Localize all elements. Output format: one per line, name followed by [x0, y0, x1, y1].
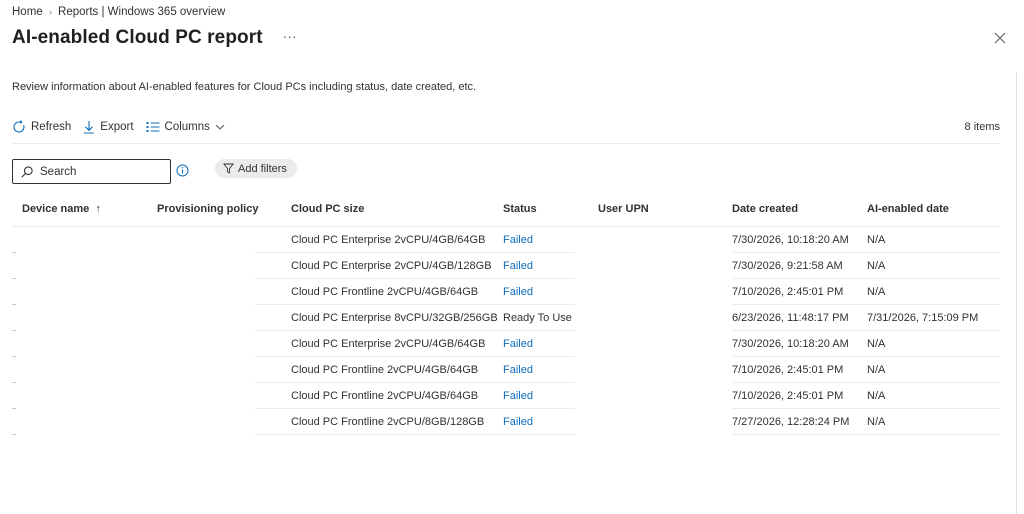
search-input[interactable] — [40, 165, 160, 178]
vertical-scrollbar[interactable] — [1016, 72, 1024, 514]
column-header-label: Device name — [22, 203, 90, 215]
refresh-button[interactable]: Refresh — [12, 120, 71, 134]
refresh-label: Refresh — [31, 121, 72, 133]
breadcrumb: Home › Reports | Windows 365 overview — [12, 6, 225, 18]
cell-date-created: 7/30/2026, 10:18:20 AM — [732, 234, 849, 246]
export-label: Export — [100, 121, 134, 133]
cell-status[interactable]: Failed — [503, 357, 533, 383]
table-row[interactable]: Cloud PC Frontline 2vCPU/4GB/64GB Failed 7… — [12, 383, 1000, 409]
add-filters-button[interactable]: Add filters — [215, 159, 297, 178]
command-bar: Refresh Export Columns 8 items — [12, 118, 1000, 136]
column-header-device-name[interactable]: Device name ↑ — [22, 196, 101, 222]
toolbar-divider — [12, 143, 1000, 144]
table-row[interactable]: Cloud PC Enterprise 2vCPU/4GB/64GB Failed… — [12, 331, 1000, 357]
sort-ascending-icon: ↑ — [95, 203, 101, 215]
cell-status[interactable]: Failed — [503, 279, 533, 305]
cell-status: Ready To Use — [503, 312, 572, 324]
filter-icon — [223, 163, 234, 174]
column-header-ai-enabled-date[interactable]: AI-enabled date — [867, 196, 949, 222]
add-filters-label: Add filters — [238, 162, 287, 175]
cell-ai-enabled-date: N/A — [867, 260, 886, 272]
cell-status[interactable]: Failed — [503, 253, 533, 279]
columns-button[interactable]: Columns — [146, 121, 225, 133]
cell-ai-enabled-date: N/A — [867, 338, 886, 350]
cell-ai-enabled-date: N/A — [867, 286, 886, 298]
column-header-user-upn[interactable]: User UPN — [598, 196, 649, 222]
page-title: AI-enabled Cloud PC report — [12, 27, 263, 48]
column-header-cloud-pc-size[interactable]: Cloud PC size — [291, 196, 364, 222]
cell-ai-enabled-date: 7/31/2026, 7:15:09 PM — [867, 312, 979, 324]
cell-date-created: 7/10/2026, 2:45:01 PM — [732, 286, 844, 298]
cell-status[interactable]: Failed — [503, 227, 533, 253]
cell-ai-enabled-date: N/A — [867, 364, 886, 376]
breadcrumb-separator: › — [48, 6, 53, 18]
table-row[interactable]: Cloud PC Enterprise 2vCPU/4GB/64GB Failed… — [12, 227, 1000, 253]
cell-ai-enabled-date: N/A — [867, 416, 886, 428]
info-icon[interactable] — [176, 164, 189, 177]
table-row[interactable]: Cloud PC Enterprise 8vCPU/32GB/256GB Read… — [12, 305, 1000, 331]
cell-cloud-pc-size: Cloud PC Frontline 2vCPU/4GB/64GB — [291, 390, 479, 402]
more-options-icon[interactable]: ··· — [283, 29, 297, 43]
cell-cloud-pc-size: Cloud PC Frontline 2vCPU/4GB/64GB — [291, 364, 479, 376]
cell-ai-enabled-date: N/A — [867, 234, 886, 246]
cell-status[interactable]: Failed — [503, 331, 533, 357]
page-description: Review information about AI-enabled feat… — [12, 81, 477, 93]
cell-cloud-pc-size: Cloud PC Frontline 2vCPU/4GB/64GB — [291, 286, 479, 298]
cell-date-created: 7/30/2026, 9:21:58 AM — [732, 260, 843, 272]
refresh-icon — [13, 120, 25, 133]
row-divider — [732, 434, 1000, 435]
cell-date-created: 6/23/2026, 11:48:17 PM — [732, 312, 849, 324]
cell-status[interactable]: Failed — [503, 409, 533, 435]
search-icon — [21, 165, 33, 178]
cell-cloud-pc-size: Cloud PC Enterprise 8vCPU/32GB/256GB — [291, 312, 498, 324]
cell-date-created: 7/10/2026, 2:45:01 PM — [732, 364, 844, 376]
columns-label: Columns — [164, 121, 210, 133]
search-box[interactable] — [12, 159, 171, 184]
breadcrumb-home[interactable]: Home — [12, 6, 43, 18]
column-header-status[interactable]: Status — [503, 196, 537, 222]
table-row[interactable]: Cloud PC Frontline 2vCPU/4GB/64GB Failed 7… — [12, 357, 1000, 383]
cell-status[interactable]: Failed — [503, 383, 533, 409]
column-header-date-created[interactable]: Date created — [732, 196, 798, 222]
items-count: 8 items — [964, 121, 1000, 133]
cell-date-created: 7/30/2026, 10:18:20 AM — [732, 338, 849, 350]
cell-cloud-pc-size: Cloud PC Enterprise 2vCPU/4GB/64GB — [291, 338, 486, 350]
row-divider — [255, 434, 575, 435]
table-row[interactable]: Cloud PC Frontline 2vCPU/8GB/128GB Failed… — [12, 409, 1000, 435]
cell-cloud-pc-size: Cloud PC Frontline 2vCPU/8GB/128GB — [291, 416, 485, 428]
cell-date-created: 7/27/2026, 12:28:24 PM — [732, 416, 850, 428]
export-icon — [84, 121, 95, 134]
cell-cloud-pc-size: Cloud PC Enterprise 2vCPU/4GB/128GB — [291, 260, 492, 272]
title-row: AI-enabled Cloud PC report ··· — [12, 27, 297, 49]
chevron-down-icon — [215, 124, 225, 130]
close-icon[interactable] — [993, 31, 1007, 45]
table-row[interactable]: Cloud PC Enterprise 2vCPU/4GB/128GB Faile… — [12, 253, 1000, 279]
breadcrumb-reports[interactable]: Reports | Windows 365 overview — [58, 6, 225, 18]
cell-cloud-pc-size: Cloud PC Enterprise 2vCPU/4GB/64GB — [291, 234, 486, 246]
row-divider-tick — [12, 434, 16, 435]
cell-date-created: 7/10/2026, 2:45:01 PM — [732, 390, 844, 402]
table-row[interactable]: Cloud PC Frontline 2vCPU/4GB/64GB Failed 7… — [12, 279, 1000, 305]
cell-ai-enabled-date: N/A — [867, 390, 886, 402]
columns-icon — [146, 122, 160, 132]
export-button[interactable]: Export — [83, 120, 134, 134]
column-header-provisioning-policy[interactable]: Provisioning policy — [157, 196, 258, 222]
